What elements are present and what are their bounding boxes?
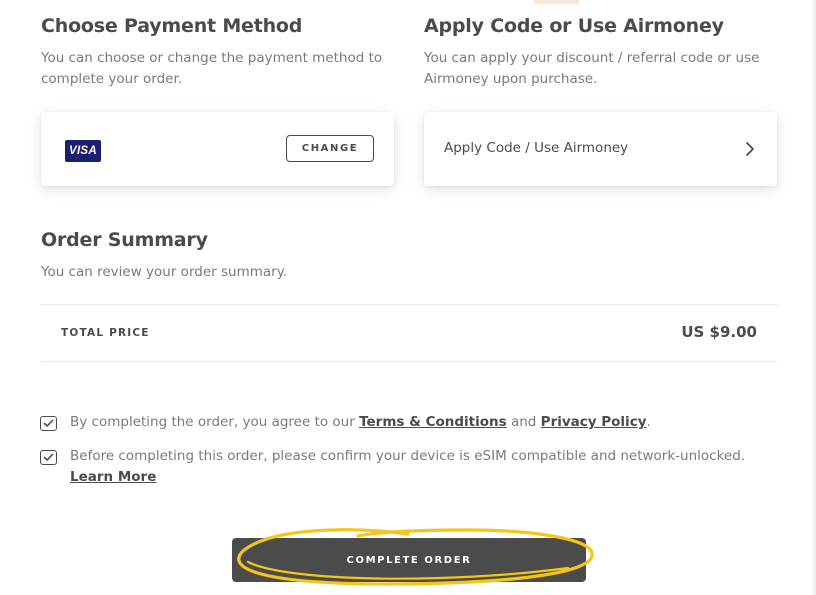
terms-checkbox[interactable] — [40, 416, 57, 431]
summary-section-description: You can review your order summary. — [41, 264, 288, 280]
total-price-label: TOTAL PRICE — [61, 327, 150, 339]
tab-indicator — [534, 0, 579, 4]
top-edge — [0, 0, 816, 4]
check-icon — [43, 419, 54, 427]
terms-suffix: . — [646, 414, 651, 430]
payment-method-card: VISA CHANGE — [41, 112, 394, 186]
code-section-description: You can apply your discount / referral c… — [424, 50, 760, 87]
change-payment-button[interactable]: CHANGE — [286, 135, 374, 162]
total-price-value: US $9.00 — [681, 323, 757, 341]
learn-more-link[interactable]: Learn More — [70, 469, 156, 485]
complete-order-button[interactable]: COMPLETE ORDER — [232, 538, 586, 582]
privacy-policy-link[interactable]: Privacy Policy — [541, 414, 647, 430]
terms-agreement-text: By completing the order, you agree to ou… — [70, 412, 790, 433]
apply-code-button[interactable]: Apply Code / Use Airmoney — [424, 112, 777, 186]
payment-section-title: Choose Payment Method — [41, 15, 303, 37]
apply-code-label: Apply Code / Use Airmoney — [444, 140, 629, 156]
terms-and: and — [506, 414, 541, 430]
total-price-row: TOTAL PRICE US $9.00 — [41, 304, 777, 362]
device-confirmation-text: Before completing this order, please con… — [70, 446, 770, 488]
check-icon — [43, 453, 54, 461]
chevron-right-icon — [746, 142, 754, 156]
device-checkbox[interactable] — [40, 450, 57, 465]
summary-section-title: Order Summary — [41, 229, 208, 251]
code-section-title: Apply Code or Use Airmoney — [424, 15, 724, 37]
device-confirmation-message: Before completing this order, please con… — [70, 448, 746, 464]
terms-conditions-link[interactable]: Terms & Conditions — [359, 414, 507, 430]
payment-section-description: You can choose or change the payment met… — [41, 50, 383, 87]
terms-prefix: By completing the order, you agree to ou… — [70, 414, 360, 430]
visa-card-icon: VISA — [65, 140, 101, 162]
